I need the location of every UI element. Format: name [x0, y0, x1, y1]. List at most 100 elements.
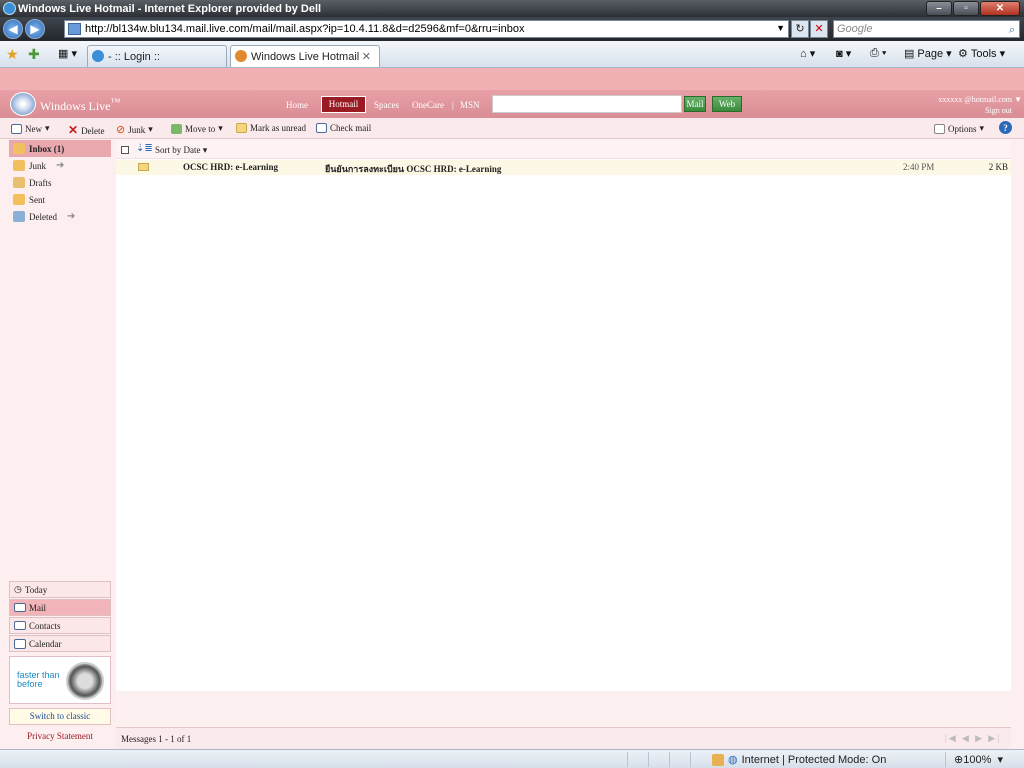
- clock-icon: ◷: [14, 584, 22, 594]
- new-label: New: [25, 123, 42, 134]
- nav-calendar[interactable]: Calendar: [9, 635, 111, 652]
- message-subject[interactable]: ยืนยันการลงทะเบียน OCSC HRD: e-Learning: [325, 162, 501, 176]
- folder-label: Deleted: [29, 211, 57, 222]
- nav-mail[interactable]: Mail: [9, 599, 111, 616]
- search-icon[interactable]: ⌕: [1009, 22, 1015, 38]
- mail-toolbar: New ▾ ✕ Delete ⊘ Junk ▾ Move to ▾ Mark as …: [0, 118, 1024, 139]
- forward-icon[interactable]: ▶: [25, 19, 45, 39]
- tab-close-icon[interactable]: ✕: [362, 50, 371, 63]
- help-icon[interactable]: ?: [999, 121, 1012, 134]
- new-button[interactable]: New ▾: [11, 123, 50, 134]
- zoom-label: 100%: [963, 754, 992, 766]
- check-mail-button[interactable]: Check mail: [316, 123, 371, 133]
- add-favorite-icon[interactable]: ✚: [28, 46, 40, 63]
- status-divider: [945, 752, 946, 767]
- nav-contacts[interactable]: Contacts: [9, 617, 111, 634]
- sign-out-link[interactable]: Sign out: [938, 105, 1012, 116]
- windows-live-logo-icon[interactable]: [10, 92, 36, 116]
- move-to-button[interactable]: Move to ▾: [171, 123, 223, 134]
- nav-spaces[interactable]: Spaces: [374, 100, 399, 110]
- tab-hotmail[interactable]: Windows Live Hotmail ✕: [230, 45, 380, 67]
- address-row: ◀ ▶ http://bl134w.blu134.mail.live.com/m…: [0, 17, 1024, 41]
- delete-button[interactable]: ✕ Delete: [68, 123, 105, 138]
- sort-icon[interactable]: ⇣≣: [136, 143, 153, 154]
- address-dropdown-icon[interactable]: ▼: [776, 23, 785, 33]
- status-divider: [690, 752, 691, 767]
- calendar-icon: [14, 638, 26, 649]
- privacy-statement-link[interactable]: Privacy Statement: [9, 731, 111, 741]
- address-bar[interactable]: http://bl134w.blu134.mail.live.com/mail/…: [64, 20, 789, 38]
- ie-icon: [3, 2, 16, 15]
- back-icon[interactable]: ◀: [3, 19, 23, 39]
- folder-drafts[interactable]: Drafts: [9, 174, 111, 191]
- account-email[interactable]: xxxxxx @hotmail.com: [938, 94, 1012, 105]
- refresh-icon[interactable]: ↻: [791, 20, 809, 38]
- search-web-button[interactable]: Web: [712, 96, 742, 112]
- message-from[interactable]: OCSC HRD: e-Learning: [183, 162, 278, 172]
- folder-junk[interactable]: Junk ➔: [9, 157, 111, 174]
- zone-label: Internet | Protected Mode: On: [741, 753, 887, 766]
- empty-folder-icon[interactable]: ➔: [67, 211, 75, 222]
- folder-label: Sent: [29, 194, 46, 205]
- message-row[interactable]: OCSC HRD: e-Learning ยืนยันการลงทะเบียน …: [116, 160, 1011, 175]
- switch-to-classic-link[interactable]: Switch to classic: [9, 708, 111, 725]
- pager-controls[interactable]: |◀ ◀ ▶ ▶|: [945, 733, 1001, 744]
- ad-text: faster than before: [17, 671, 60, 689]
- hotmail-search-input[interactable]: [492, 95, 682, 113]
- contacts-icon: [14, 621, 26, 630]
- stop-icon[interactable]: ✕: [810, 20, 828, 38]
- nav-onecare[interactable]: OneCare: [412, 100, 444, 110]
- options-button[interactable]: Options ▾: [934, 123, 984, 134]
- security-zone[interactable]: ◍ Internet | Protected Mode: On: [712, 753, 886, 766]
- tools-menu[interactable]: ⚙ Tools ▾: [958, 47, 1005, 61]
- quick-tabs-icon[interactable]: ▦ ▾: [58, 47, 77, 60]
- search-mail-button[interactable]: Mail: [684, 96, 706, 112]
- zoom-control[interactable]: ⊕100% ▾: [954, 753, 1003, 766]
- top-band: [0, 68, 1024, 90]
- message-footer: Messages 1 - 1 of 1 |◀ ◀ ▶ ▶|: [116, 727, 1011, 749]
- nav-msn[interactable]: MSN: [460, 100, 480, 110]
- junk-label: Junk: [128, 124, 146, 135]
- feeds-icon[interactable]: ◙ ▾: [836, 47, 851, 60]
- brand-name: Windows Live™: [40, 97, 120, 114]
- globe-icon: ◍: [728, 754, 738, 766]
- ad-line-2: before: [17, 679, 43, 689]
- folder-label: Drafts: [29, 177, 52, 188]
- window-title: Windows Live Hotmail - Internet Explorer…: [18, 2, 322, 15]
- advertisement[interactable]: faster than before: [9, 656, 111, 704]
- empty-folder-icon[interactable]: ➔: [56, 160, 64, 171]
- tools-menu-label: Tools: [970, 47, 997, 60]
- tab-login[interactable]: - :: Login ::: [87, 45, 227, 67]
- nav-separator: |: [452, 100, 454, 110]
- status-divider: [669, 752, 670, 767]
- page-menu[interactable]: ▤ Page ▾: [904, 47, 952, 61]
- new-mail-icon: [11, 123, 22, 134]
- brand-text: Windows Live: [40, 99, 111, 113]
- junk-button[interactable]: ⊘ Junk ▾: [116, 123, 153, 136]
- print-icon[interactable]: ⎙ ▾: [870, 47, 886, 60]
- deleted-icon: [13, 211, 25, 222]
- maximize-icon[interactable]: ▫: [953, 1, 979, 16]
- account-dropdown-icon[interactable]: ▼: [1014, 94, 1022, 105]
- folder-deleted[interactable]: Deleted ➔: [9, 208, 111, 225]
- folder-inbox[interactable]: Inbox (1): [9, 140, 111, 157]
- nav-hotmail[interactable]: Hotmail: [321, 96, 366, 113]
- nav-today[interactable]: ◷ Today: [9, 581, 111, 598]
- speedometer-icon: [66, 662, 104, 700]
- sort-by-date-menu[interactable]: Sort by Date ▾: [155, 145, 207, 156]
- message-count: Messages 1 - 1 of 1: [121, 734, 192, 744]
- folder-sent[interactable]: Sent: [9, 191, 111, 208]
- status-divider: [648, 752, 649, 767]
- delete-icon: ✕: [68, 123, 79, 137]
- favorites-star-icon[interactable]: ★: [6, 46, 19, 63]
- mark-unread-button[interactable]: Mark as unread: [236, 123, 306, 133]
- nav-home[interactable]: Home: [286, 100, 308, 110]
- browser-search-input[interactable]: Google ⌕: [833, 20, 1020, 38]
- select-all-checkbox[interactable]: [121, 146, 129, 154]
- home-icon[interactable]: ⌂ ▾: [800, 47, 815, 60]
- minimize-icon[interactable]: –: [926, 1, 952, 16]
- close-window-icon[interactable]: ✕: [980, 1, 1020, 16]
- left-pane: Inbox (1) Junk ➔ Drafts Sent Deleted ➔ ◷ To…: [0, 139, 116, 749]
- address-url: http://bl134w.blu134.mail.live.com/mail/…: [85, 23, 525, 35]
- folder-label: Junk: [29, 160, 47, 171]
